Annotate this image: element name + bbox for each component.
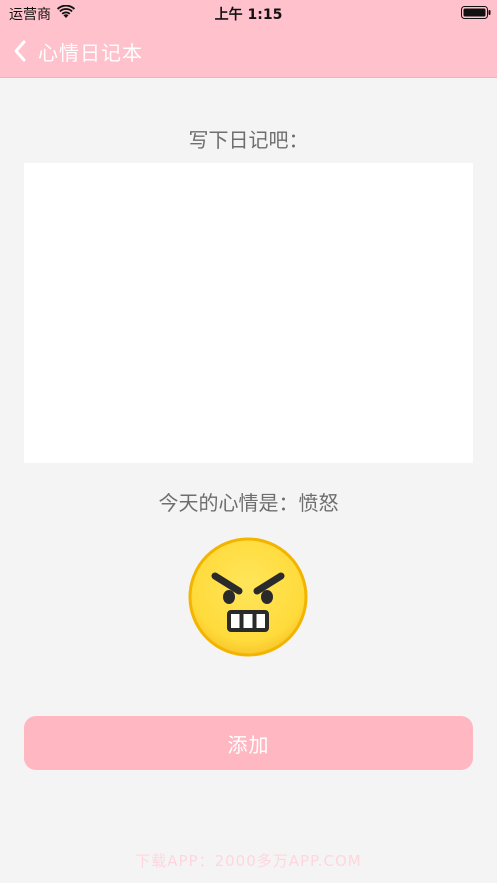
status-bar: 运营商 上午 1:15	[0, 0, 497, 26]
page-title: 心情日记本	[38, 40, 143, 65]
add-button[interactable]: 添加	[24, 716, 473, 770]
battery-icon	[461, 6, 491, 19]
status-time: 上午 1:15	[214, 7, 283, 23]
back-button[interactable]: 心情日记本	[12, 36, 143, 66]
mood-value: 愤怒	[298, 491, 339, 515]
mood-line: 今天的心情是：愤怒	[0, 487, 497, 516]
diary-input[interactable]	[24, 163, 473, 463]
nav-bar: 心情日记本	[0, 26, 497, 78]
mood-label: 今天的心情是：	[158, 491, 299, 515]
screen: 运营商 上午 1:15 心情日记本 写下日记吧： 今天的心情是：愤怒 添加 下载…	[0, 0, 497, 883]
watermark: 下载APP：2000多万APP.COM	[135, 852, 362, 870]
angry-face-icon[interactable]	[187, 536, 309, 658]
chevron-left-icon	[14, 40, 26, 62]
diary-prompt: 写下日记吧：	[188, 128, 309, 152]
